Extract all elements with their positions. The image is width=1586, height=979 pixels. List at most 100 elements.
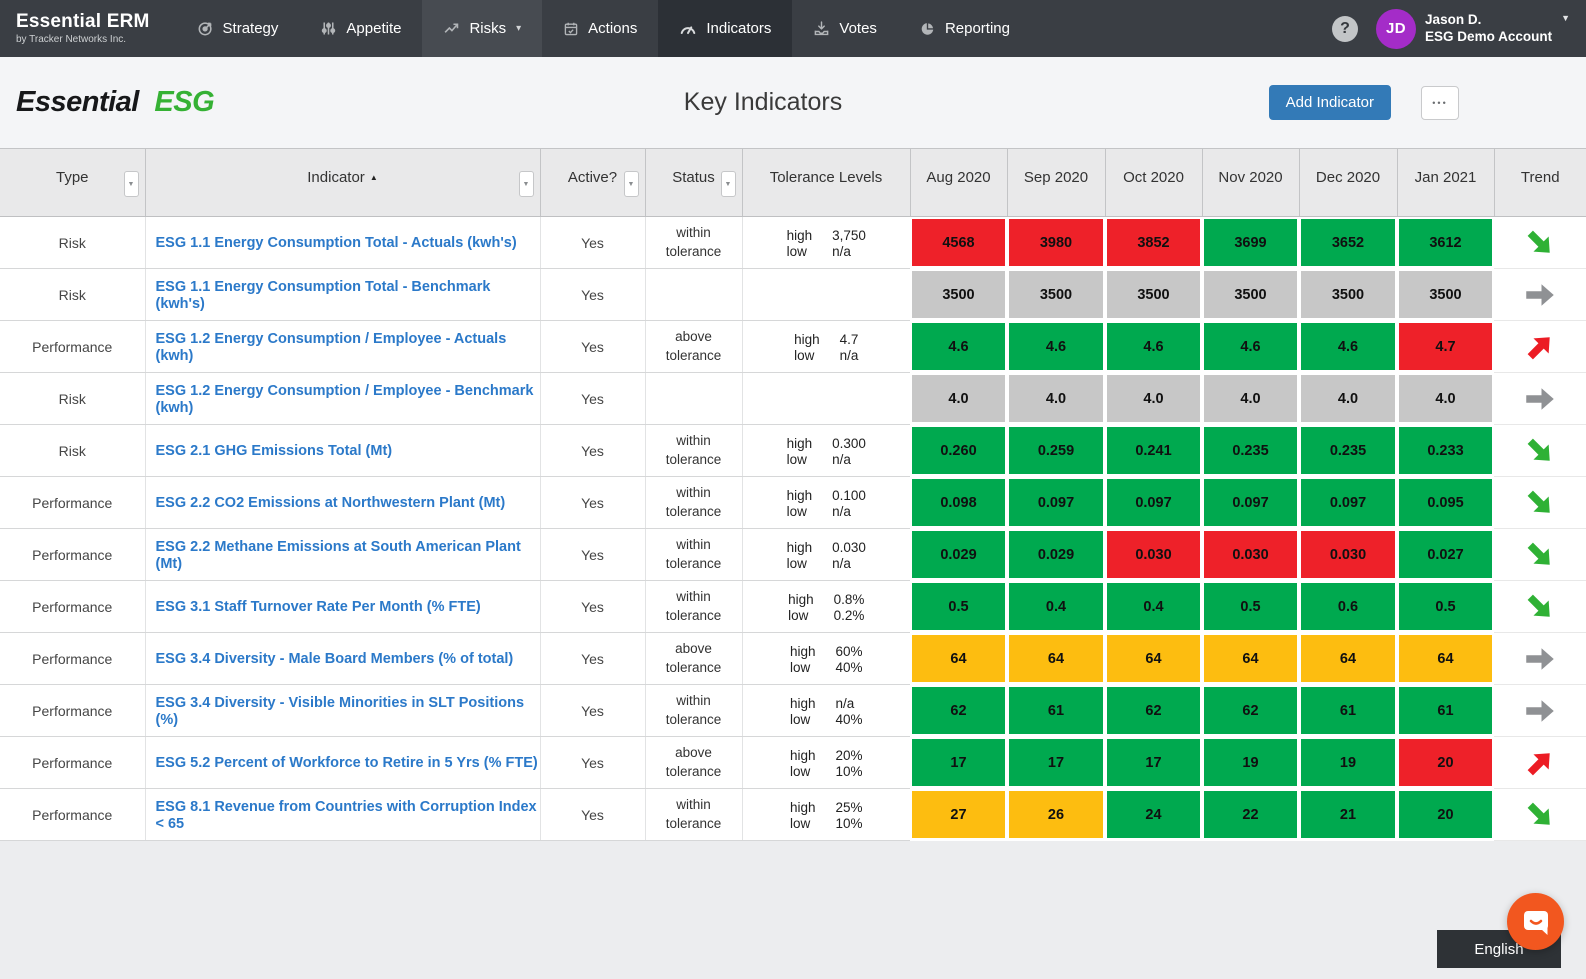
nav-item-strategy[interactable]: Strategy bbox=[176, 0, 300, 57]
value-cell-nov-2020: 3500 bbox=[1202, 269, 1299, 321]
indicator-value: 20 bbox=[1399, 791, 1492, 838]
tolerance-value: n/a bbox=[832, 244, 866, 259]
tolerance-value: n/a bbox=[832, 504, 866, 519]
column-header-oct-2020[interactable]: Oct 2020 bbox=[1105, 149, 1202, 217]
tolerance-label: high bbox=[790, 748, 816, 763]
status-cell: within tolerance bbox=[645, 685, 742, 737]
filter-button[interactable]: ▼ bbox=[721, 171, 736, 197]
indicator-link[interactable]: ESG 2.1 GHG Emissions Total (Mt) bbox=[156, 443, 393, 459]
value-cell-oct-2020: 62 bbox=[1105, 685, 1202, 737]
column-label: Nov 2020 bbox=[1218, 169, 1282, 186]
column-header-status[interactable]: Status▼ bbox=[645, 149, 742, 217]
value-cell-nov-2020: 4.6 bbox=[1202, 321, 1299, 373]
trend-cell bbox=[1494, 269, 1586, 321]
filter-button[interactable]: ▼ bbox=[624, 171, 639, 197]
type-cell: Performance bbox=[0, 529, 145, 581]
status-cell: within tolerance bbox=[645, 581, 742, 633]
indicator-link[interactable]: ESG 1.2 Energy Consumption / Employee - … bbox=[156, 331, 507, 364]
chat-button[interactable] bbox=[1507, 893, 1564, 950]
value-cell-nov-2020: 4.0 bbox=[1202, 373, 1299, 425]
tolerance-values: high4.7lown/a bbox=[794, 332, 858, 363]
tolerance-values: high60%low40% bbox=[790, 644, 863, 675]
strategy-icon bbox=[197, 20, 214, 37]
indicator-cell: ESG 2.2 Methane Emissions at South Ameri… bbox=[145, 529, 540, 581]
indicator-link[interactable]: ESG 3.1 Staff Turnover Rate Per Month (%… bbox=[156, 599, 481, 615]
nav-item-appetite[interactable]: Appetite bbox=[299, 0, 422, 57]
column-header-active[interactable]: Active? ▼ bbox=[540, 149, 645, 217]
more-options-button[interactable]: ••• bbox=[1421, 86, 1459, 120]
table-row: Performance ESG 5.2 Percent of Workforce … bbox=[0, 737, 1586, 789]
filter-button[interactable]: ▼ bbox=[519, 171, 534, 197]
user-menu[interactable]: JD Jason D. ESG Demo Account ▼ bbox=[1376, 9, 1570, 49]
tolerance-values: high0.030lown/a bbox=[787, 540, 866, 571]
tolerance-label: low bbox=[787, 244, 813, 259]
value-cell-sep-2020: 61 bbox=[1007, 685, 1105, 737]
column-header-trend[interactable]: Trend bbox=[1494, 149, 1586, 217]
indicator-link[interactable]: ESG 3.4 Diversity - Male Board Members (… bbox=[156, 651, 514, 667]
nav-item-actions[interactable]: Actions bbox=[542, 0, 658, 57]
column-header-label: Trend bbox=[1495, 169, 1586, 196]
value-cell-aug-2020: 4.0 bbox=[910, 373, 1007, 425]
value-cell-sep-2020: 3980 bbox=[1007, 217, 1105, 269]
nav-item-votes[interactable]: Votes bbox=[792, 0, 898, 57]
column-header-label: Oct 2020 bbox=[1106, 169, 1202, 196]
indicator-value: 3852 bbox=[1107, 219, 1200, 266]
column-header-indicator[interactable]: Indicator▲▼ bbox=[145, 149, 540, 217]
value-cell-dec-2020: 4.6 bbox=[1299, 321, 1397, 373]
trend-cell bbox=[1494, 529, 1586, 581]
indicator-link[interactable]: ESG 2.2 Methane Emissions at South Ameri… bbox=[156, 539, 521, 572]
status-cell: above tolerance bbox=[645, 321, 742, 373]
column-header-aug-2020[interactable]: Aug 2020 bbox=[910, 149, 1007, 217]
indicator-link[interactable]: ESG 8.1 Revenue from Countries with Corr… bbox=[156, 799, 537, 832]
add-indicator-button[interactable]: Add Indicator bbox=[1269, 85, 1391, 120]
column-header-sep-2020[interactable]: Sep 2020 bbox=[1007, 149, 1105, 217]
nav-item-label: Risks bbox=[469, 20, 506, 37]
help-icon[interactable]: ? bbox=[1332, 16, 1358, 42]
filter-button[interactable]: ▼ bbox=[124, 171, 139, 197]
tolerance-cell: high0.8%low0.2% bbox=[742, 581, 910, 633]
indicator-value: 0.6 bbox=[1301, 583, 1395, 630]
esg-brand-logo: Essential ESG bbox=[0, 86, 214, 119]
tolerance-value: 40% bbox=[836, 660, 863, 675]
type-cell: Performance bbox=[0, 737, 145, 789]
nav-item-indicators[interactable]: Indicators bbox=[658, 0, 792, 57]
column-header-tolerance[interactable]: Tolerance Levels bbox=[742, 149, 910, 217]
indicator-link[interactable]: ESG 1.1 Energy Consumption Total - Actua… bbox=[156, 235, 517, 251]
indicator-link[interactable]: ESG 1.1 Energy Consumption Total - Bench… bbox=[156, 279, 491, 312]
appetite-icon bbox=[320, 20, 337, 37]
value-cell-nov-2020: 64 bbox=[1202, 633, 1299, 685]
column-header-jan-2021[interactable]: Jan 2021 bbox=[1397, 149, 1494, 217]
active-cell: Yes bbox=[540, 737, 645, 789]
indicator-link[interactable]: ESG 1.2 Energy Consumption / Employee - … bbox=[156, 383, 534, 416]
nav-item-reporting[interactable]: Reporting bbox=[898, 0, 1031, 57]
indicator-link[interactable]: ESG 5.2 Percent of Workforce to Retire i… bbox=[156, 755, 538, 771]
status-cell: within tolerance bbox=[645, 217, 742, 269]
column-header-type[interactable]: Type▼ bbox=[0, 149, 145, 217]
value-cell-jan-2021: 3500 bbox=[1397, 269, 1494, 321]
tolerance-label: high bbox=[787, 436, 813, 451]
type-cell: Performance bbox=[0, 789, 145, 841]
value-cell-sep-2020: 0.259 bbox=[1007, 425, 1105, 477]
value-cell-aug-2020: 64 bbox=[910, 633, 1007, 685]
value-cell-jan-2021: 3612 bbox=[1397, 217, 1494, 269]
value-cell-nov-2020: 0.030 bbox=[1202, 529, 1299, 581]
brand-secondary: ESG bbox=[154, 86, 214, 118]
value-cell-oct-2020: 3500 bbox=[1105, 269, 1202, 321]
type-cell: Risk bbox=[0, 425, 145, 477]
app-logo[interactable]: Essential ERM by Tracker Networks Inc. bbox=[0, 0, 176, 57]
trend-cell bbox=[1494, 477, 1586, 529]
value-cell-sep-2020: 0.029 bbox=[1007, 529, 1105, 581]
value-cell-jan-2021: 4.7 bbox=[1397, 321, 1494, 373]
page-header: Essential ESG Key Indicators Add Indicat… bbox=[0, 57, 1586, 148]
value-cell-oct-2020: 0.241 bbox=[1105, 425, 1202, 477]
table-row: RiskESG 1.1 Energy Consumption Total - A… bbox=[0, 217, 1586, 269]
nav-item-risks[interactable]: Risks▾ bbox=[422, 0, 542, 57]
indicator-link[interactable]: ESG 3.4 Diversity - Visible Minorities i… bbox=[156, 695, 525, 728]
indicator-link[interactable]: ESG 2.2 CO2 Emissions at Northwestern Pl… bbox=[156, 495, 506, 511]
value-cell-aug-2020: 0.5 bbox=[910, 581, 1007, 633]
column-label: Active? bbox=[568, 169, 617, 186]
tolerance-value: n/a bbox=[832, 452, 866, 467]
column-header-dec-2020[interactable]: Dec 2020 bbox=[1299, 149, 1397, 217]
column-header-nov-2020[interactable]: Nov 2020 bbox=[1202, 149, 1299, 217]
indicator-value: 4568 bbox=[912, 219, 1005, 266]
